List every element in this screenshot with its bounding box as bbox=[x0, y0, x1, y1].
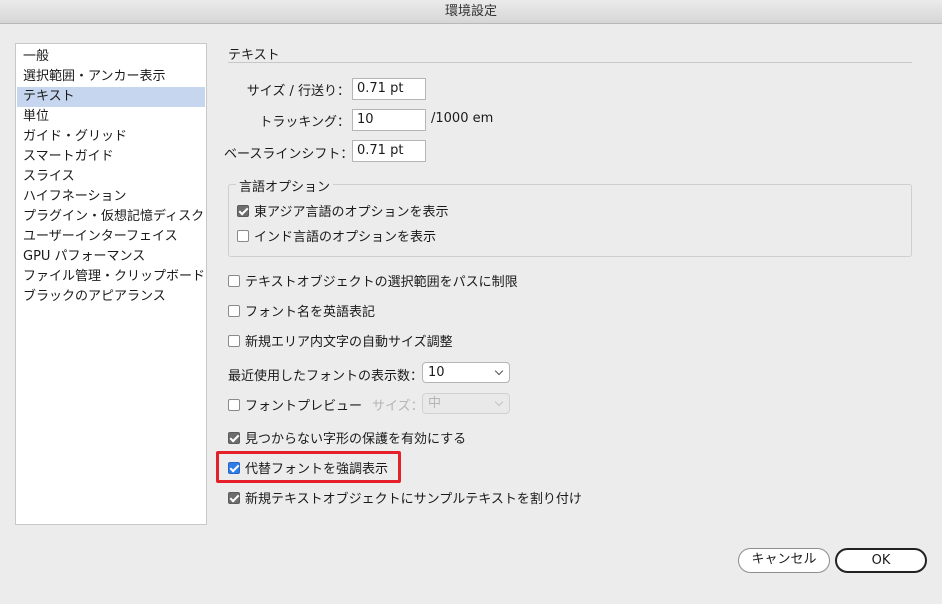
chevron-down-icon bbox=[494, 366, 504, 376]
preferences-sidebar: 一般 選択範囲・アンカー表示 テキスト 単位 ガイド・グリッド スマートガイド … bbox=[15, 43, 207, 525]
font-preview-label: フォントプレビュー bbox=[245, 399, 363, 414]
fill-placeholder-text-label: 新規テキストオブジェクトにサンプルテキストを割り付け bbox=[245, 492, 582, 507]
preview-size-select[interactable]: 中 bbox=[422, 393, 510, 414]
ok-button[interactable]: OK bbox=[835, 548, 927, 573]
indic-options-label: インド言語のオプションを表示 bbox=[254, 230, 437, 245]
fill-placeholder-text-row[interactable]: 新規テキストオブジェクトにサンプルテキストを割り付け bbox=[228, 488, 582, 507]
font-names-english-row[interactable]: フォント名を英語表記 bbox=[228, 301, 375, 320]
language-options-title: 言語オプション bbox=[236, 176, 334, 195]
baseline-shift-input[interactable]: 0.71 pt bbox=[352, 140, 426, 162]
auto-size-label: 新規エリア内文字の自動サイズ調整 bbox=[245, 335, 453, 350]
size-leading-label: サイズ / 行送り： bbox=[246, 84, 350, 99]
font-names-english-checkbox[interactable] bbox=[228, 304, 240, 317]
font-preview-checkbox[interactable] bbox=[228, 398, 240, 411]
highlight-substituted-fonts-label: 代替フォントを強調表示 bbox=[245, 462, 389, 477]
section-divider bbox=[228, 62, 912, 63]
sidebar-item-file-handling-clipboard[interactable]: ファイル管理・クリップボード bbox=[17, 267, 205, 287]
section-title: テキスト bbox=[228, 48, 280, 63]
missing-glyph-row[interactable]: 見つからない字形の保護を有効にする bbox=[228, 428, 466, 447]
limit-selection-row[interactable]: テキストオブジェクトの選択範囲をパスに制限 bbox=[228, 271, 518, 290]
fill-placeholder-text-checkbox[interactable] bbox=[228, 491, 240, 504]
sidebar-item-general[interactable]: 一般 bbox=[17, 47, 205, 67]
highlight-substituted-fonts-checkbox[interactable] bbox=[228, 461, 240, 474]
recent-fonts-select[interactable]: 10 bbox=[422, 362, 510, 383]
sidebar-item-guides-grid[interactable]: ガイド・グリッド bbox=[17, 127, 205, 147]
sidebar-item-plugins-scratch-disks[interactable]: プラグイン・仮想記憶ディスク bbox=[17, 207, 205, 227]
tracking-label: トラッキング： bbox=[259, 115, 350, 130]
sidebar-item-gpu-performance[interactable]: GPU パフォーマンス bbox=[17, 247, 205, 267]
sidebar-item-units[interactable]: 単位 bbox=[17, 107, 205, 127]
missing-glyph-checkbox[interactable] bbox=[228, 431, 240, 444]
missing-glyph-label: 見つからない字形の保護を有効にする bbox=[245, 432, 467, 447]
east-asian-options-label: 東アジア言語のオプションを表示 bbox=[254, 205, 449, 220]
recent-fonts-label: 最近使用したフォントの表示数： bbox=[228, 369, 424, 384]
sidebar-item-type[interactable]: テキスト bbox=[17, 87, 205, 107]
cancel-button[interactable]: キャンセル bbox=[738, 548, 830, 573]
recent-fonts-value: 10 bbox=[428, 365, 445, 380]
east-asian-options-row[interactable]: 東アジア言語のオプションを表示 bbox=[237, 201, 448, 220]
sidebar-item-hyphenation[interactable]: ハイフネーション bbox=[17, 187, 205, 207]
sidebar-item-appearance-of-black[interactable]: ブラックのアピアランス bbox=[17, 287, 205, 307]
auto-size-checkbox[interactable] bbox=[228, 334, 240, 347]
auto-size-row[interactable]: 新規エリア内文字の自動サイズ調整 bbox=[228, 331, 453, 350]
sidebar-item-slices[interactable]: スライス bbox=[17, 167, 205, 187]
tracking-unit: /1000 em bbox=[431, 111, 494, 126]
chevron-down-icon bbox=[494, 397, 504, 407]
limit-selection-label: テキストオブジェクトの選択範囲をパスに制限 bbox=[245, 275, 518, 290]
east-asian-options-checkbox[interactable] bbox=[237, 204, 249, 217]
preview-size-label: サイズ： bbox=[372, 399, 424, 414]
highlight-substituted-fonts-row[interactable]: 代替フォントを強調表示 bbox=[228, 458, 388, 477]
preview-size-value: 中 bbox=[428, 396, 442, 411]
limit-selection-checkbox[interactable] bbox=[228, 274, 240, 287]
sidebar-item-smart-guides[interactable]: スマートガイド bbox=[17, 147, 205, 167]
font-preview-row[interactable]: フォントプレビュー bbox=[228, 395, 362, 414]
tracking-input[interactable]: 10 bbox=[352, 109, 426, 131]
sidebar-item-selection-anchor[interactable]: 選択範囲・アンカー表示 bbox=[17, 67, 205, 87]
indic-options-row[interactable]: インド言語のオプションを表示 bbox=[237, 226, 436, 245]
size-leading-input[interactable]: 0.71 pt bbox=[352, 78, 426, 100]
sidebar-item-user-interface[interactable]: ユーザーインターフェイス bbox=[17, 227, 205, 247]
font-names-english-label: フォント名を英語表記 bbox=[245, 305, 376, 320]
indic-options-checkbox[interactable] bbox=[237, 229, 249, 242]
window-title: 環境設定 bbox=[0, 0, 942, 24]
baseline-shift-label: ベースラインシフト： bbox=[224, 147, 354, 162]
